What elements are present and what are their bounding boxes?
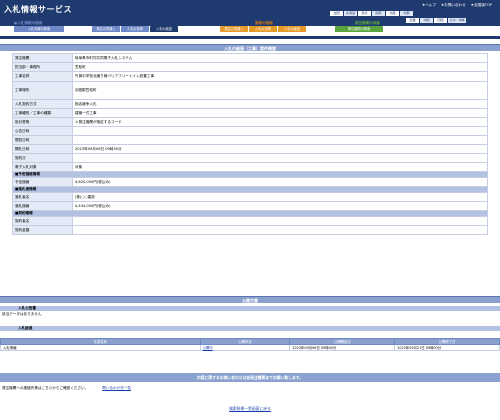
tab-gyomu-progress[interactable]: 入札の経過 — [278, 26, 306, 32]
detail-value: 建築一式工事 — [72, 108, 488, 118]
detail-row: 設計書等 ＊発注機関が指定するコード — [12, 117, 488, 127]
detail-row: 落札価格 4,444,000円(税込み) — [12, 201, 488, 211]
tab-search[interactable]: 入札情報の検索 — [14, 26, 64, 32]
contact-line: 発注機関への連絡先等はこちらからご確認ください。 問い合わせ先一覧 — [2, 386, 131, 391]
keika-header: 入札経過 — [0, 326, 500, 331]
detail-table: 発注機関 岐阜県市町村共同電子入札システム 担当部・事務所 笠松町 工事名称 竹鼻中学校北… — [12, 53, 488, 235]
docs-table: 文書名称 公開状況 公開開始日 公開終了日 入札情報 公開中 2023年09月0… — [0, 338, 500, 351]
back-link[interactable]: 検索結果一覧画面に戻る — [229, 406, 271, 411]
detail-row: 担当部・事務所 笠松町 — [12, 62, 488, 72]
detail-row: 落札者名 (株)○○建設 — [12, 192, 488, 202]
detail-key: 契約者名 — [12, 216, 73, 226]
detail-row: 予定価格 4,620,000円(税込み) — [12, 177, 488, 187]
pref-link[interactable]: 東北 — [358, 11, 371, 16]
detail-value: 4,620,000円(税込み) — [72, 177, 488, 187]
doc-status-link[interactable]: 公開中 — [199, 344, 291, 351]
detail-key: 入札契約方式 — [12, 99, 73, 109]
contact-list-link[interactable]: 問い合わせ先一覧 — [102, 386, 131, 391]
detail-row: 工事名称 竹鼻中学校北通り線バリアフリートイレ設置工事 — [12, 71, 488, 82]
help-link[interactable]: ★ヘルプ — [422, 3, 436, 8]
detail-row: 開札日時 2023年09月06日 09時30分 — [12, 144, 488, 154]
koukoku-header: 入札公告書 — [0, 306, 500, 311]
detail-row: 工事場所 羽島郡笠松町 — [12, 81, 488, 100]
detail-key: 発注機関 — [12, 53, 73, 63]
detail-key: 予定価格 — [12, 177, 73, 187]
table-row: 入札情報 公開中 2023年09月06日 09時40分 2023年09月21日 … — [0, 344, 500, 351]
koukoku-empty-note: 該当データはありません — [2, 312, 42, 316]
detail-value — [72, 135, 488, 145]
tabs-koji: 発注の見通し 入札公告等 入札の経過 — [92, 26, 178, 32]
contact-link[interactable]: ★お問い合わせ — [441, 3, 466, 8]
contact-bar: 内容に関するお問い合わせは各発注機関までお願い致します。 — [0, 373, 500, 382]
pref-link[interactable]: 北陸 — [386, 11, 399, 16]
detail-title: 入札の経過（工事）案件概要 — [0, 44, 500, 51]
doc-name: 入札情報 — [0, 344, 201, 351]
detail-value: ＊発注機関が指定するコード — [72, 117, 488, 127]
detail-key: 電子入札対象 — [12, 162, 73, 172]
detail-key: 工事種別／工事の種類 — [12, 108, 73, 118]
detail-value: 対象 — [72, 162, 488, 172]
detail-key: 開札日時 — [12, 144, 73, 154]
detail-key: 工事名称 — [12, 71, 73, 82]
pref-link[interactable]: 全国 — [330, 11, 343, 16]
detail-value: 2023年09月06日 09時30分 — [72, 144, 488, 154]
pref-link[interactable]: 中部 — [400, 11, 413, 16]
detail-key: 閲覧日時 — [12, 135, 73, 145]
detail-value: 指名競争入札 — [72, 99, 488, 109]
contact-text: 発注機関への連絡先等はこちらからご確認ください。 — [2, 386, 89, 390]
nav-divider — [0, 36, 500, 39]
detail-value: 岐阜県市町村共同電子入札システム — [72, 53, 488, 63]
detail-row: 契約金額 — [12, 225, 488, 235]
detail-value: 羽島郡笠松町 — [72, 81, 488, 100]
tabs-hatchu: 発注機関の検索 — [335, 26, 383, 32]
detail-row: 契約者名 — [12, 216, 488, 226]
doc-start: 2023年09月06日 09時40分 — [289, 344, 396, 351]
tab-koji-notice[interactable]: 入札公告等 — [121, 26, 149, 32]
detail-row: 電子入札対象 対象 — [12, 162, 488, 172]
detail-value — [72, 225, 488, 235]
tab-hatchu-search[interactable]: 発注機関の検索 — [335, 26, 383, 32]
detail-row: 閲覧日時 — [12, 135, 488, 145]
detail-row: 公告日時 — [12, 126, 488, 136]
tab-koji-progress[interactable]: 入札の経過 — [150, 26, 178, 32]
pref-row-1: 全国 北海道 東北 関東 北陸 中部 — [330, 11, 413, 16]
detail-value: 竹鼻中学校北通り線バリアフリートイレ設置工事 — [72, 71, 488, 82]
site-logo[interactable]: 入札情報サービス — [4, 4, 72, 15]
detail-value: 4,444,000円(税込み) — [72, 201, 488, 211]
pref-link[interactable]: 北海道 — [344, 11, 357, 16]
detail-value — [72, 126, 488, 136]
detail-key: 担当部・事務所 — [12, 62, 73, 72]
tabs-kensaku: 入札情報の検索 — [14, 26, 64, 32]
national-top-link[interactable]: ★全国版TOP — [471, 3, 492, 8]
detail-key: 契約金額 — [12, 225, 73, 235]
detail-row: 工事種別／工事の種類 建築一式工事 — [12, 108, 488, 118]
pref-link[interactable]: 関東 — [372, 11, 385, 16]
detail-value: 笠松町 — [72, 62, 488, 72]
tab-gyomu-outlook[interactable]: 発注の見通し — [220, 26, 248, 32]
detail-value: (株)○○建設 — [72, 192, 488, 202]
tab-koji-outlook[interactable]: 発注の見通し — [92, 26, 120, 32]
detail-row: 発注機関 岐阜県市町村共同電子入札システム — [12, 53, 488, 63]
detail-key: 落札価格 — [12, 201, 73, 211]
detail-key: 契約日 — [12, 153, 73, 163]
detail-key: 設計書等 — [12, 117, 73, 127]
docs-title: 公開文書 — [0, 296, 500, 303]
tabs-gyomu: 発注の見通し 入札公告等 入札の経過 — [220, 26, 306, 32]
detail-key: 工事場所 — [12, 81, 73, 100]
detail-row: 入札契約方式 指名競争入札 — [12, 99, 488, 109]
top-nav: ★ヘルプ ★お問い合わせ ★全国版TOP — [422, 3, 492, 8]
detail-key: 落札者名 — [12, 192, 73, 202]
back-to-results: 検索結果一覧画面に戻る — [0, 406, 500, 412]
detail-row: 契約日 — [12, 153, 488, 163]
detail-key: 公告日時 — [12, 126, 73, 136]
category-bar: ●入札情報の検索 工事の検索 業務の検索 発注機関の検索 入札情報の検索 発注の… — [0, 17, 500, 37]
doc-end: 2023年09月21日 09時00分 — [394, 344, 500, 351]
tab-gyomu-notice[interactable]: 入札公告等 — [249, 26, 277, 32]
detail-value — [72, 153, 488, 163]
detail-value — [72, 216, 488, 226]
